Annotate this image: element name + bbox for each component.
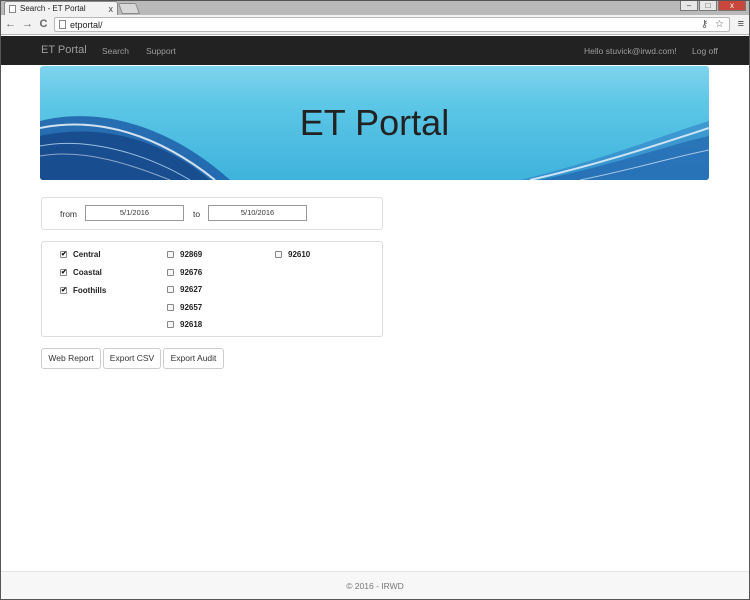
url-text[interactable]: etportal/ [70,20,701,30]
browser-titlebar: Search - ET Portal x – □ x [0,0,750,15]
filter-checkbox-panel: ✔ Central ✔ Coastal ✔ Foothills 92869 92… [41,241,383,337]
checkbox[interactable] [167,304,174,311]
address-bar[interactable]: etportal/ ⚷ ☆ [54,17,730,32]
maximize-icon[interactable]: □ [699,0,717,11]
checkbox-label: 92618 [180,320,203,329]
page-footer: © 2016 - IRWD [0,571,750,600]
checkbox[interactable]: ✔ [60,287,67,294]
menu-icon[interactable]: ≡ [738,18,744,30]
checkbox[interactable]: ✔ [60,251,67,258]
checkbox-label: 92869 [180,250,203,259]
back-icon[interactable]: ← [4,18,17,31]
checkbox-label: Central [73,250,101,259]
reload-icon[interactable]: C [37,18,50,31]
region-checkbox-central[interactable]: ✔ Central [60,250,101,259]
date-range-panel: from 5/1/2016 to 5/10/2016 [41,197,383,230]
minimize-icon[interactable]: – [680,0,698,11]
checkbox-label: Foothills [73,286,107,295]
zip-checkbox-92610[interactable]: 92610 [275,250,310,259]
checkbox[interactable] [167,286,174,293]
region-checkbox-foothills[interactable]: ✔ Foothills [60,286,106,295]
checkbox-label: Coastal [73,268,102,277]
browser-toolbar: ← → C etportal/ ⚷ ☆ ≡ [0,15,750,35]
browser-tab[interactable]: Search - ET Portal x [4,1,118,15]
checkbox-label: 92610 [288,250,311,259]
logoff-link[interactable]: Log off [692,46,718,56]
brand-link[interactable]: ET Portal [41,44,87,56]
checkbox[interactable]: ✔ [60,269,67,276]
to-date-input[interactable]: 5/10/2016 [208,205,307,221]
checkbox-label: 92627 [180,285,203,294]
nav-support-link[interactable]: Support [146,46,176,56]
site-navbar: ET Portal Search Support Hello stuvick@i… [0,36,750,65]
zip-checkbox-92869[interactable]: 92869 [167,250,202,259]
user-greeting-link[interactable]: Hello stuvick@irwd.com! [584,46,677,56]
forward-icon[interactable]: → [21,18,34,31]
window-close-icon[interactable]: x [718,0,746,11]
page-icon [59,20,66,29]
to-label: to [193,209,201,219]
checkbox[interactable] [167,321,174,328]
export-audit-button[interactable]: Export Audit [163,348,224,369]
zip-checkbox-92657[interactable]: 92657 [167,303,202,312]
banner-title: ET Portal [299,102,450,143]
zip-checkbox-92627[interactable]: 92627 [167,285,202,294]
from-label: from [60,209,77,219]
page-icon [9,4,16,13]
nav-search-link[interactable]: Search [102,46,129,56]
zip-checkbox-92676[interactable]: 92676 [167,268,202,277]
hero-banner: ET Portal [40,66,709,180]
export-csv-button[interactable]: Export CSV [103,348,161,369]
zip-checkbox-92618[interactable]: 92618 [167,320,202,329]
checkbox[interactable] [275,251,282,258]
web-report-button[interactable]: Web Report [41,348,101,369]
checkbox-label: 92676 [180,268,203,277]
checkbox[interactable] [167,269,174,276]
checkbox-label: 92657 [180,303,203,312]
bookmark-star-icon[interactable]: ⚷ ☆ [701,19,726,30]
region-checkbox-coastal[interactable]: ✔ Coastal [60,268,102,277]
new-tab-button[interactable] [117,3,141,14]
tab-title: Search - ET Portal [20,4,86,13]
checkbox[interactable] [167,251,174,258]
window-controls: – □ x [679,0,746,11]
close-icon[interactable]: x [109,4,114,14]
from-date-input[interactable]: 5/1/2016 [85,205,184,221]
